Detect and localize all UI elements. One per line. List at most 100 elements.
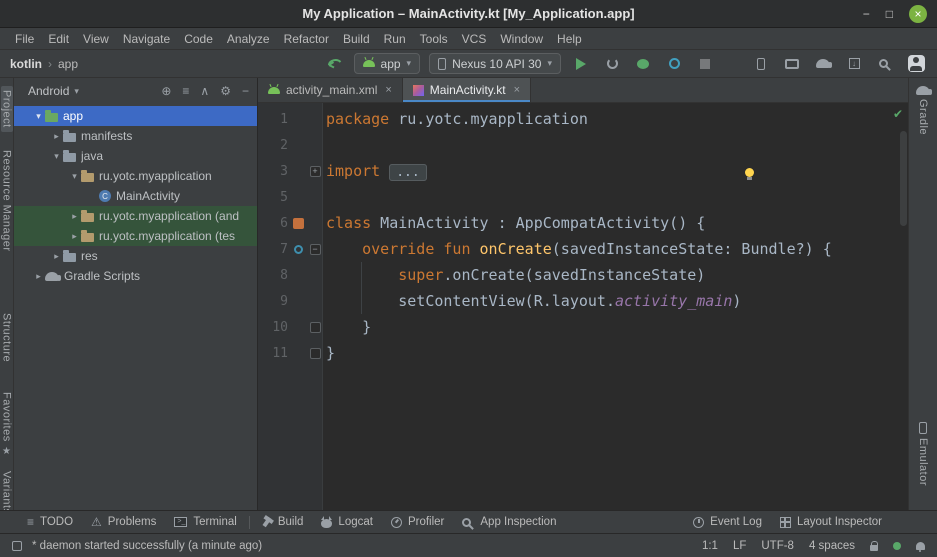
code-line[interactable]: 8 super.onCreate(savedInstanceState) — [258, 262, 908, 288]
debug-button[interactable] — [632, 53, 654, 75]
line-number[interactable]: 2 — [258, 138, 288, 153]
line-number[interactable]: 9 — [258, 294, 288, 309]
tree-collapse-arrow-icon[interactable]: ▾ — [32, 111, 45, 122]
tool-button-problems[interactable]: ⚠Problems — [82, 511, 165, 533]
tree-expand-arrow-icon[interactable]: ▸ — [68, 231, 81, 242]
status-message[interactable]: * daemon started successfully (a minute … — [32, 540, 262, 552]
menu-build[interactable]: Build — [336, 28, 377, 50]
overriding-method-icon[interactable] — [294, 245, 303, 254]
tree-collapse-arrow-icon[interactable]: ▾ — [68, 171, 81, 182]
tab-activity-main-xml[interactable]: activity_main.xml × — [258, 78, 403, 102]
caret-position-widget[interactable]: 1:1 — [702, 540, 718, 552]
target-device-select[interactable]: Nexus 10 API 30 ▾ — [429, 53, 561, 74]
tree-item-ru-yotc-myapplication-tes[interactable]: ▸ru.yotc.myapplication (tes — [14, 226, 257, 246]
profile-button[interactable] — [663, 53, 685, 75]
tool-button-profiler[interactable]: Profiler — [382, 511, 453, 533]
layout-validation-button[interactable] — [781, 53, 803, 75]
tab-mainactivity-kt[interactable]: MainActivity.kt × — [403, 78, 531, 102]
sdk-manager-button[interactable]: ↓ — [843, 53, 865, 75]
line-number[interactable]: 8 — [258, 268, 288, 283]
menu-edit[interactable]: Edit — [41, 28, 76, 50]
tool-button-event-log[interactable]: Event Log — [684, 516, 771, 528]
tree-item-app[interactable]: ▾app — [14, 106, 257, 126]
tree-item-ru-yotc-myapplication-and[interactable]: ▸ru.yotc.myapplication (and — [14, 206, 257, 226]
inspection-ok-icon[interactable]: ✔ — [893, 107, 903, 121]
view-options-icon[interactable]: ≡ — [182, 85, 189, 97]
code-line[interactable]: 5 — [258, 184, 908, 210]
tool-stripe-resource-manager[interactable]: Resource Manager — [1, 150, 13, 252]
search-everywhere-button[interactable] — [874, 53, 896, 75]
tool-button-terminal[interactable]: >_Terminal — [165, 511, 245, 533]
tree-item-mainactivity[interactable]: MainActivity — [14, 186, 257, 206]
menu-help[interactable]: Help — [550, 28, 589, 50]
settings-gear-icon[interactable]: ⚙ — [220, 85, 231, 97]
close-tab-icon[interactable]: × — [385, 84, 391, 96]
menu-tools[interactable]: Tools — [413, 28, 455, 50]
code-line[interactable]: 6class MainActivity : AppCompatActivity(… — [258, 210, 908, 236]
menu-analyze[interactable]: Analyze — [220, 28, 277, 50]
profile-avatar-button[interactable] — [905, 53, 927, 75]
menu-window[interactable]: Window — [493, 28, 550, 50]
line-number[interactable]: 5 — [258, 190, 288, 205]
code-line[interactable]: 2 — [258, 132, 908, 158]
encoding-widget[interactable]: UTF-8 — [761, 540, 794, 552]
tool-stripe-favorites[interactable]: Favorites ★ — [1, 392, 13, 457]
tree-item-java[interactable]: ▾java — [14, 146, 257, 166]
project-view-select[interactable]: Android ▾ — [28, 84, 79, 98]
stop-button[interactable] — [694, 53, 716, 75]
status-indicator-icon[interactable] — [893, 542, 901, 550]
tree-item-ru-yotc-myapplication[interactable]: ▾ru.yotc.myapplication — [14, 166, 257, 186]
code-line[interactable]: 10 } — [258, 314, 908, 340]
breadcrumb-project[interactable]: kotlin — [10, 57, 42, 71]
tool-button-app-inspection[interactable]: App Inspection — [453, 511, 565, 533]
close-button[interactable]: × — [909, 5, 927, 23]
tool-stripe-structure[interactable]: Structure — [1, 313, 13, 362]
close-tab-icon[interactable]: × — [514, 84, 520, 96]
line-number[interactable]: 10 — [258, 320, 288, 335]
code-line[interactable]: 1package ru.yotc.myapplication — [258, 106, 908, 132]
menu-file[interactable]: File — [8, 28, 41, 50]
menu-navigate[interactable]: Navigate — [116, 28, 177, 50]
tree-item-res[interactable]: ▸res — [14, 246, 257, 266]
device-manager-button[interactable] — [750, 53, 772, 75]
indent-widget[interactable]: 4 spaces — [809, 540, 855, 552]
line-number[interactable]: 7 — [258, 242, 288, 257]
editor-scrollbar[interactable] — [900, 131, 907, 226]
code-editor[interactable]: ✔ 1package ru.yotc.myapplication23+impor… — [258, 103, 908, 510]
tree-collapse-arrow-icon[interactable]: ▾ — [50, 151, 63, 162]
tool-button-layout-inspector[interactable]: Layout Inspector — [771, 516, 891, 528]
tool-stripe-project[interactable]: Project — [1, 86, 13, 132]
apply-changes-button[interactable] — [601, 53, 623, 75]
tool-window-toggle-icon[interactable] — [12, 541, 22, 551]
tool-stripe-gradle[interactable]: Gradle — [916, 86, 930, 135]
lock-icon[interactable] — [870, 545, 878, 551]
line-separator-widget[interactable]: LF — [733, 540, 746, 552]
line-number[interactable]: 6 — [258, 216, 288, 231]
menu-refactor[interactable]: Refactor — [277, 28, 336, 50]
tree-expand-arrow-icon[interactable]: ▸ — [50, 251, 63, 262]
code-line[interactable]: 9 setContentView(R.layout.activity_main) — [258, 288, 908, 314]
breadcrumb-module[interactable]: app — [58, 57, 78, 71]
menu-vcs[interactable]: VCS — [455, 28, 494, 50]
line-number[interactable]: 11 — [258, 346, 288, 361]
intention-bulb-button[interactable] — [745, 164, 754, 182]
locate-file-icon[interactable]: ⊕ — [161, 85, 171, 97]
tree-expand-arrow-icon[interactable]: ▸ — [32, 271, 45, 282]
run-configuration-select[interactable]: app ▾ — [354, 53, 421, 74]
code-line[interactable]: 11} — [258, 340, 908, 366]
fold-end-icon[interactable] — [310, 348, 321, 359]
tree-item-manifests[interactable]: ▸manifests — [14, 126, 257, 146]
tool-button-todo[interactable]: ≡TODO — [18, 511, 82, 533]
gradle-sync-button[interactable] — [323, 53, 345, 75]
line-number[interactable]: 3 — [258, 164, 288, 179]
tree-expand-arrow-icon[interactable]: ▸ — [50, 131, 63, 142]
tool-button-logcat[interactable]: Logcat — [312, 511, 382, 533]
run-button[interactable] — [570, 53, 592, 75]
tool-stripe-emulator[interactable]: Emulator — [917, 422, 929, 486]
maximize-button[interactable]: □ — [886, 8, 893, 20]
tree-expand-arrow-icon[interactable]: ▸ — [68, 211, 81, 222]
notifications-bell-icon[interactable] — [916, 542, 925, 550]
tool-stripe-build-variants[interactable]: Variants — [1, 471, 13, 515]
fold-end-icon[interactable] — [310, 322, 321, 333]
fold-collapsed-icon[interactable]: + — [310, 166, 321, 177]
